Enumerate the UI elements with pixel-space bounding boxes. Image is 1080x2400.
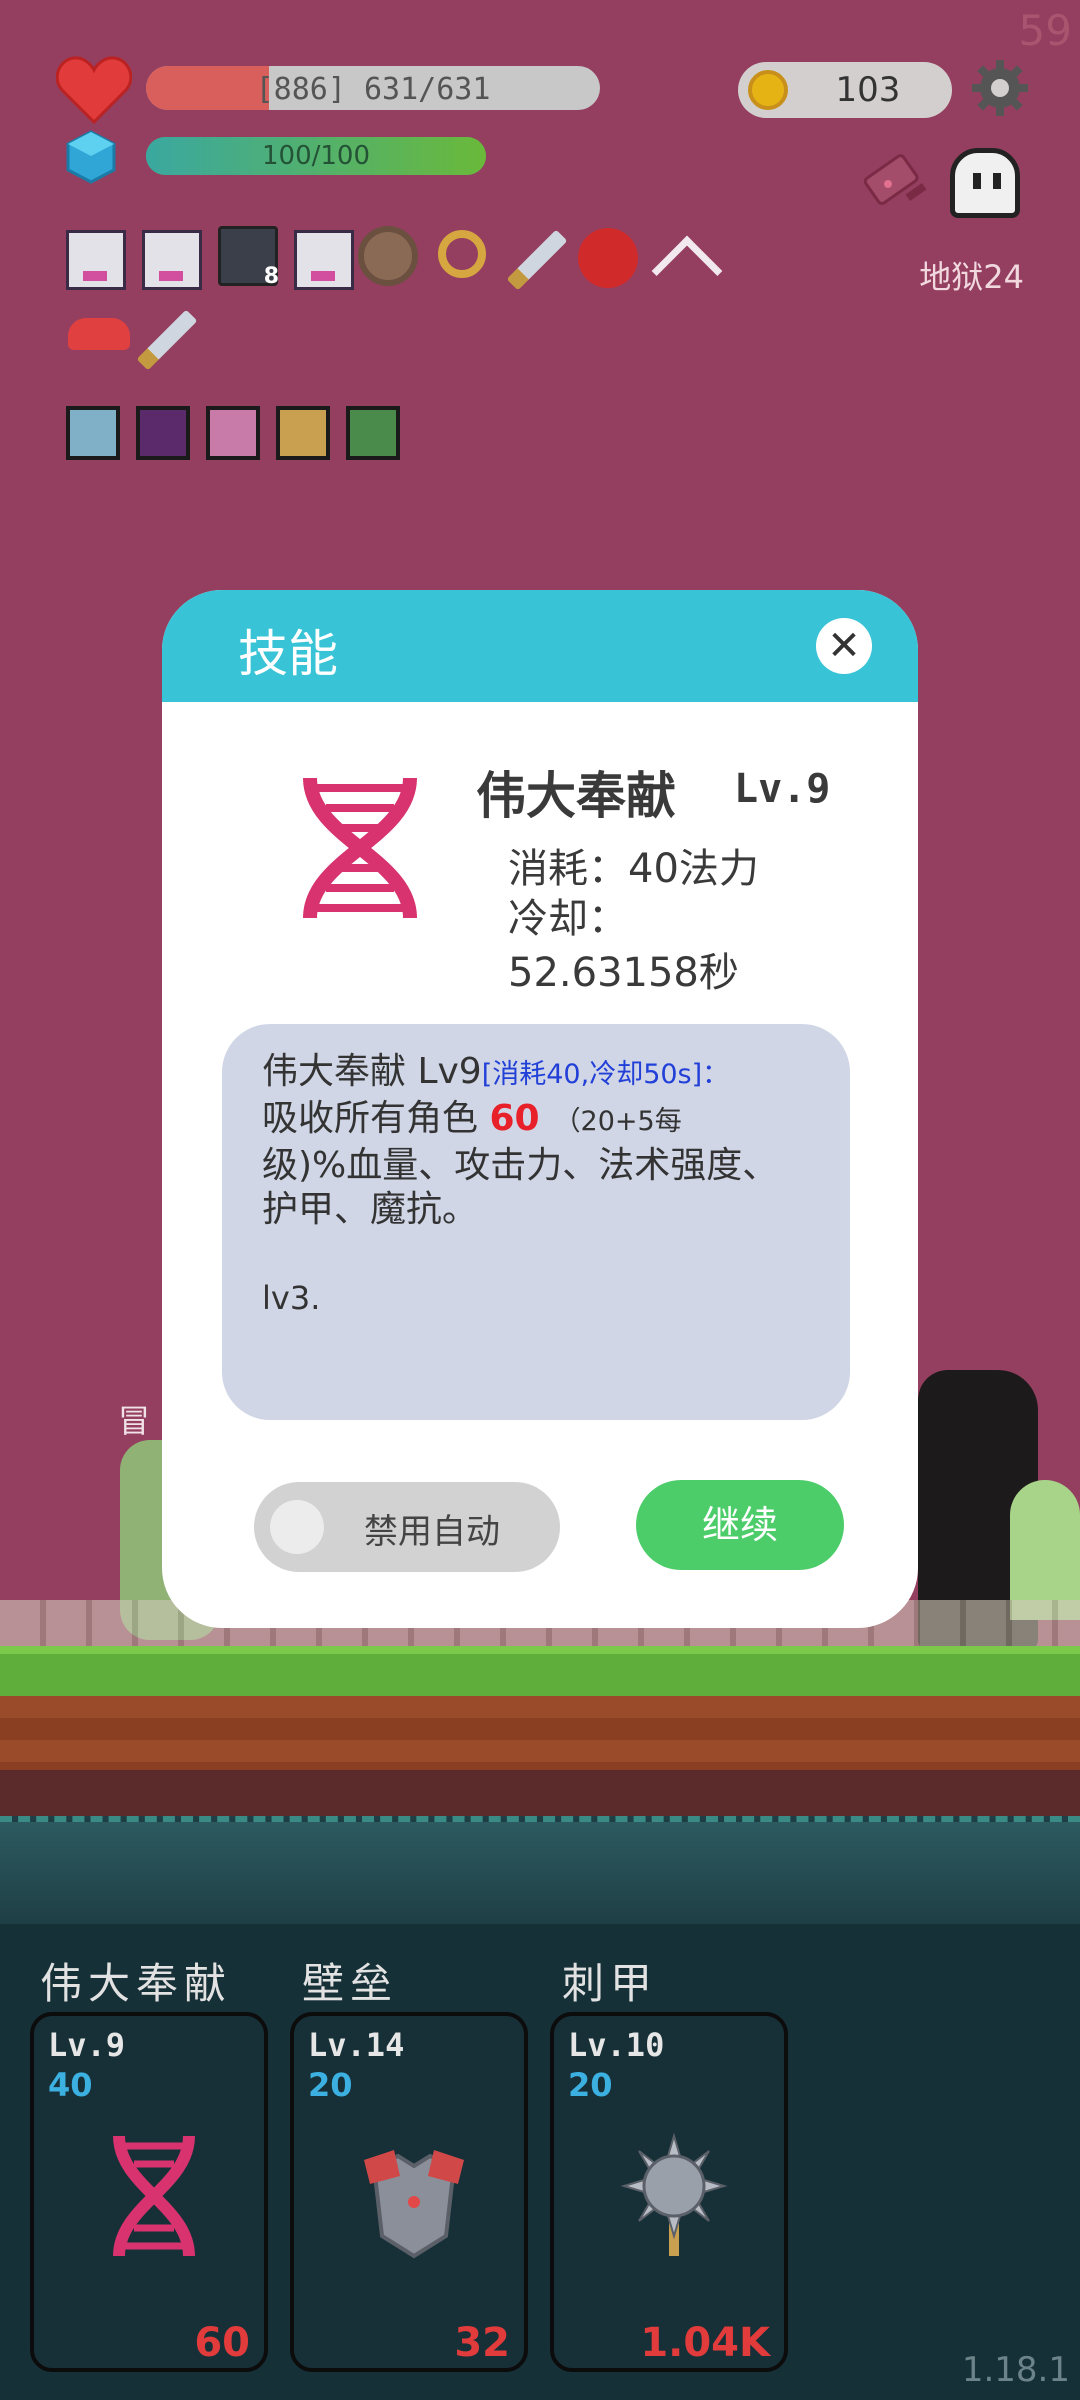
chestplate-buff-icon[interactable] xyxy=(276,406,330,460)
close-icon: ✕ xyxy=(827,623,861,669)
desc-line: lv3. xyxy=(262,1279,321,1317)
skill-description: 伟大奉献 Lv9[消耗40,冷却50s]： 吸收所有角色 60 （20+5每 级)… xyxy=(222,1024,850,1420)
skill-level: Lv.9 xyxy=(734,766,831,812)
skill-card-2[interactable]: Lv.14 20 32 xyxy=(290,2012,528,2372)
mana-crystal-icon xyxy=(66,130,116,184)
character-label: 冒 xyxy=(118,1402,151,1440)
bulb-buff-icon[interactable] xyxy=(66,406,120,460)
boots-icon[interactable] xyxy=(68,318,130,350)
skill-level: Lv.10 xyxy=(568,2026,665,2064)
desc-line: 护甲、魔抗。 xyxy=(262,1189,479,1230)
book-count: 8 xyxy=(263,264,279,289)
cooldown-label: 冷却： xyxy=(508,896,628,942)
skull-book-icon[interactable]: 8 xyxy=(218,226,279,289)
sword-icon[interactable] xyxy=(506,229,568,291)
skill-cost: 20 xyxy=(568,2066,613,2104)
gear-icon[interactable] xyxy=(970,58,1030,118)
skill-level: Lv.14 xyxy=(308,2026,405,2064)
cooldown-value: 52.63158秒 xyxy=(508,950,739,996)
water xyxy=(0,1816,1080,1926)
skill-name-2: 壁垒 xyxy=(302,1959,399,2008)
desc-text: （20+5每 xyxy=(553,1106,682,1137)
coin-icon xyxy=(748,70,788,110)
scroll-icon[interactable] xyxy=(142,230,202,290)
close-button[interactable]: ✕ xyxy=(816,618,872,674)
desc-cost-tag: [消耗40,冷却50s]： xyxy=(481,1059,730,1090)
version-label: 1.18.1 xyxy=(961,2350,1070,2390)
shield-icon[interactable] xyxy=(358,226,418,286)
dirt-bottom xyxy=(0,1770,1080,1820)
fps-counter: 59 xyxy=(1018,6,1072,55)
skill-card-1[interactable]: Lv.9 40 60 xyxy=(30,2012,268,2372)
spiked-mace-icon xyxy=(620,2132,728,2256)
skill-cost: 20 xyxy=(308,2066,353,2104)
skill-value: 32 xyxy=(454,2320,510,2366)
hp-bar: [886] 631/631 xyxy=(146,66,600,110)
dialog-header: 技能 ✕ xyxy=(162,590,918,702)
scroll-icon[interactable] xyxy=(294,230,354,290)
grass xyxy=(0,1646,1080,1696)
skill-card-3[interactable]: Lv.10 20 1.04K xyxy=(550,2012,788,2372)
location-label: 地狱24 xyxy=(919,258,1024,296)
disable-auto-toggle[interactable]: 禁用自动 xyxy=(254,1482,560,1572)
skill-name-1: 伟大奉献 xyxy=(40,1959,233,2008)
scroll-icon[interactable] xyxy=(66,230,126,290)
skill-value: 60 xyxy=(194,2320,250,2366)
ring-icon[interactable] xyxy=(438,230,486,278)
demon-buff-icon[interactable] xyxy=(136,406,190,460)
desc-line: 吸收所有角色 60 （20+5每 xyxy=(262,1097,810,1144)
desc-heading: 伟大奉献 Lv9[消耗40,冷却50s]： xyxy=(262,1050,810,1097)
skill-dialog: 技能 ✕ 伟大奉献 Lv.9 消耗：40法力 冷却： 52.63158秒 伟大奉… xyxy=(162,590,918,1628)
sword-icon[interactable] xyxy=(136,309,198,371)
gold-amount: 103 xyxy=(835,70,901,110)
heart-icon xyxy=(56,56,132,124)
skill-cost: 40 xyxy=(48,2066,93,2104)
desc-line: 级)%血量、攻击力、法术强度、 xyxy=(262,1145,779,1186)
skill-level: Lv.9 xyxy=(48,2026,126,2064)
desc-head: 伟大奉献 Lv9 xyxy=(262,1051,482,1092)
skill-name-3: 刺甲 xyxy=(562,1959,659,2008)
ghost-icon[interactable] xyxy=(950,148,1020,218)
horns-buff-icon[interactable] xyxy=(206,406,260,460)
dna-icon xyxy=(113,2135,195,2257)
hp-text: [886] 631/631 xyxy=(255,72,491,107)
apple-icon[interactable] xyxy=(578,228,638,288)
armor-icon xyxy=(364,2150,464,2259)
gold-counter: 103 xyxy=(738,62,952,118)
desc-value: 60 xyxy=(489,1098,540,1139)
desc-text: 吸收所有角色 xyxy=(262,1098,490,1139)
continue-button[interactable]: 继续 xyxy=(636,1480,844,1570)
skill-value: 1.04K xyxy=(640,2320,770,2366)
dialog-title: 技能 xyxy=(238,625,338,683)
toggle-label: 禁用自动 xyxy=(364,1512,500,1552)
mana-bar: 100/100 xyxy=(146,137,486,175)
chevron-up-icon[interactable] xyxy=(651,235,723,307)
dna-icon xyxy=(303,777,417,919)
dragon-buff-icon[interactable] xyxy=(346,406,400,460)
tree xyxy=(1010,1480,1080,1620)
skill-title: 伟大奉献 xyxy=(476,767,676,825)
mana-text: 100/100 xyxy=(261,141,370,171)
toggle-knob xyxy=(270,1500,324,1554)
meat-cleaver-icon[interactable] xyxy=(862,144,934,216)
